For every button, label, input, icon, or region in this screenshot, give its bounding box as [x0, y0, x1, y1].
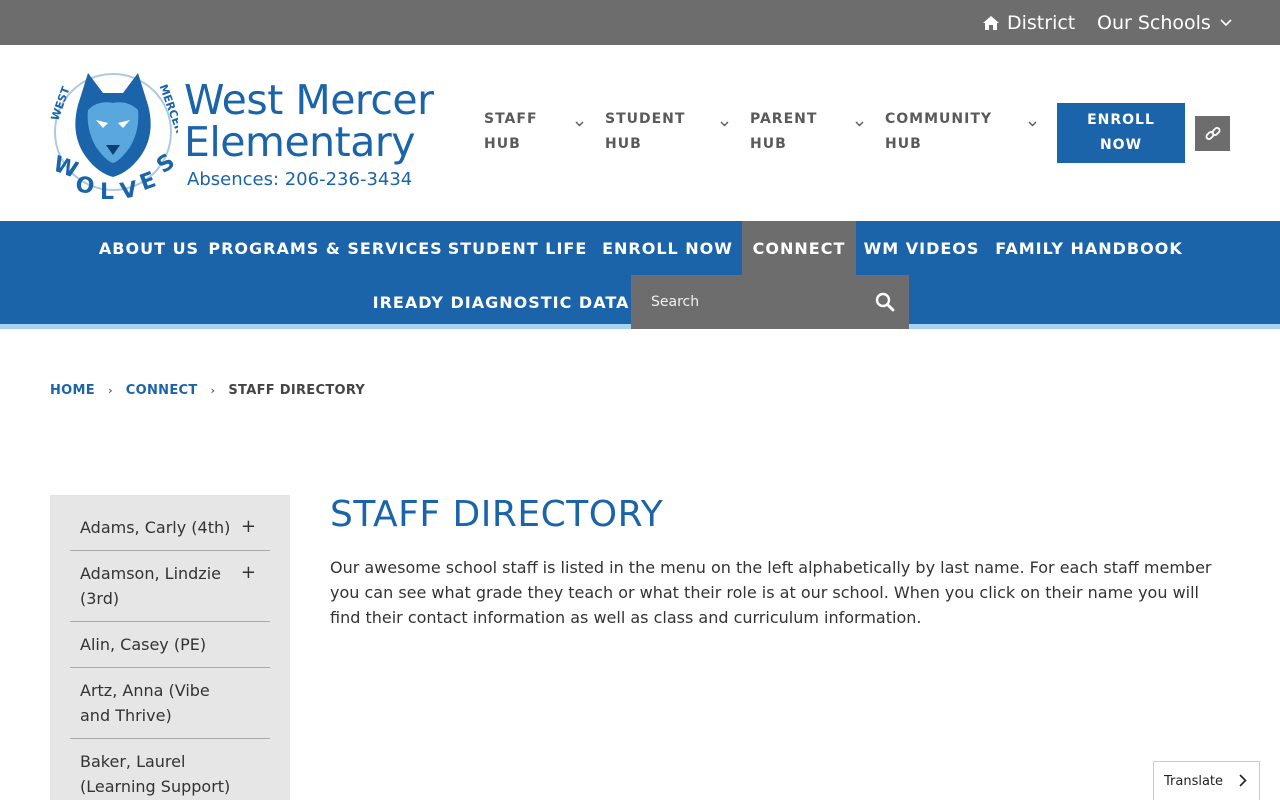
expand-icon[interactable]: +	[241, 514, 256, 539]
nav-family-handbook[interactable]: FAMILY HANDBOOK	[987, 221, 1191, 275]
svg-text:S: S	[152, 149, 178, 179]
community-hub-label: COMMUNITY HUB	[885, 111, 993, 152]
staff-hub-menu[interactable]: STAFF HUB	[484, 107, 584, 157]
chevron-down-icon	[855, 121, 864, 127]
translate-label: Translate	[1164, 773, 1224, 789]
chevron-down-icon	[1028, 121, 1037, 127]
sidebar-item-alin-casey[interactable]: Alin, Casey (PE)	[70, 622, 270, 668]
intro-paragraph: Our awesome school staff is listed in th…	[330, 558, 1212, 627]
sidebar-item-label: Artz, Anna (Vibe and Thrive)	[80, 681, 210, 725]
sidebar-item-label: Adams, Carly (4th)	[80, 518, 231, 537]
nav-iready-diagnostic-data[interactable]: IREADY DIAGNOSTIC DATA	[371, 275, 631, 329]
svg-text:V: V	[118, 177, 139, 203]
nav-connect[interactable]: CONNECT	[742, 221, 856, 275]
quick-links-button[interactable]	[1195, 116, 1230, 151]
sidebar-item-label: Baker, Laurel (Learning Support)	[80, 752, 231, 796]
search-input[interactable]	[631, 275, 861, 329]
wolf-mascot-icon: WEST MERCER W O L V E S	[48, 73, 186, 205]
sidebar-item-baker-laurel[interactable]: Baker, Laurel (Learning Support)	[70, 739, 270, 800]
chevron-right-icon: ›	[107, 384, 113, 397]
sidebar-item-artz-anna[interactable]: Artz, Anna (Vibe and Thrive)	[70, 668, 270, 739]
search-icon[interactable]	[875, 292, 895, 312]
svg-text:O: O	[73, 172, 96, 200]
nav-enroll-now[interactable]: ENROLL NOW	[593, 221, 742, 275]
wolves-logo[interactable]: WEST MERCER W O L V E S	[48, 65, 186, 205]
chevron-down-icon	[575, 121, 584, 127]
student-hub-label: STUDENT HUB	[605, 111, 686, 152]
home-icon	[983, 15, 999, 30]
page-title: STAFF DIRECTORY	[330, 494, 664, 535]
enroll-now-button[interactable]: ENROLL NOW	[1057, 103, 1185, 163]
nav-about-us[interactable]: ABOUT US	[90, 221, 208, 275]
breadcrumb-current: STAFF DIRECTORY	[228, 383, 366, 398]
staff-hub-label: STAFF HUB	[484, 111, 538, 152]
svg-text:L: L	[100, 180, 114, 203]
nav-student-life[interactable]: STUDENT LIFE	[442, 221, 593, 275]
breadcrumb-home[interactable]: HOME	[50, 383, 95, 398]
community-hub-menu[interactable]: COMMUNITY HUB	[885, 107, 1037, 157]
expand-icon[interactable]: +	[241, 560, 256, 585]
staff-sidebar: Adams, Carly (4th) + Adamson, Lindzie (3…	[50, 495, 290, 800]
parent-hub-label: PARENT HUB	[750, 111, 818, 152]
district-link[interactable]: District	[982, 0, 1075, 45]
our-schools-dropdown[interactable]: Our Schools	[1097, 0, 1232, 45]
chevron-down-icon	[1220, 18, 1232, 26]
chevron-right-icon	[1239, 774, 1247, 787]
breadcrumb: HOME › CONNECT › STAFF DIRECTORY	[50, 383, 365, 398]
sidebar-item-adamson-lindzie[interactable]: Adamson, Lindzie (3rd) +	[70, 551, 270, 622]
main-navigation: ABOUT US PROGRAMS & SERVICES STUDENT LIF…	[0, 221, 1280, 329]
parent-hub-menu[interactable]: PARENT HUB	[750, 107, 865, 157]
nav-programs-services[interactable]: PROGRAMS & SERVICES	[208, 221, 442, 275]
our-schools-label: Our Schools	[1097, 11, 1211, 34]
sidebar-item-label: Adamson, Lindzie (3rd)	[80, 564, 221, 608]
utility-bar: District Our Schools	[0, 0, 1280, 45]
link-icon	[1205, 126, 1220, 140]
sidebar-item-adams-carly[interactable]: Adams, Carly (4th) +	[70, 505, 270, 551]
site-header: WEST MERCER W O L V E S West Mercer Elem…	[0, 45, 1280, 221]
site-search	[631, 275, 909, 329]
absences-phone: Absences: 206-236-3434	[187, 169, 413, 190]
school-name[interactable]: West Mercer Elementary	[184, 79, 444, 163]
svg-text:MERCER: MERCER	[157, 83, 178, 136]
chevron-right-icon: ›	[210, 384, 216, 397]
sidebar-item-label: Alin, Casey (PE)	[80, 635, 207, 654]
translate-widget[interactable]: Translate	[1153, 761, 1260, 800]
district-label: District	[1007, 11, 1076, 34]
nav-wm-videos[interactable]: WM VIDEOS	[856, 221, 987, 275]
breadcrumb-connect[interactable]: CONNECT	[126, 383, 198, 398]
chevron-down-icon	[720, 121, 729, 127]
student-hub-menu[interactable]: STUDENT HUB	[605, 107, 730, 157]
